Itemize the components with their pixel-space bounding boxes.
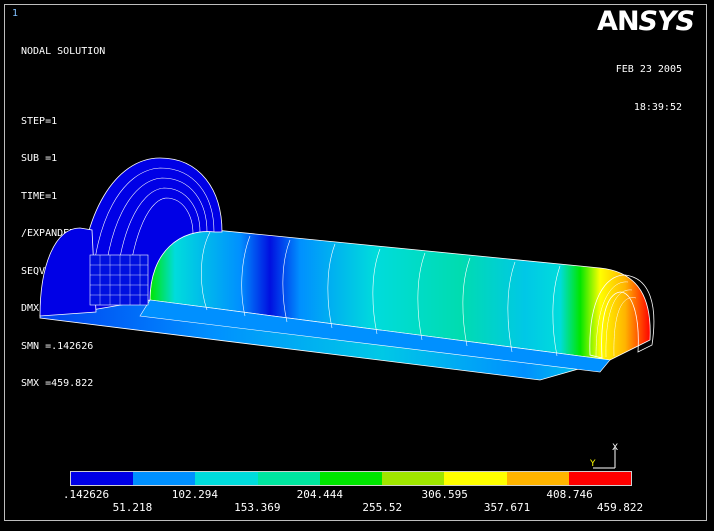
contour-label: 459.822 — [596, 501, 644, 514]
colorbar-segment-2 — [133, 472, 196, 485]
contour-label: 306.595 — [421, 488, 468, 501]
colorbar-segment-7 — [444, 472, 507, 485]
contour-label: .142626 — [62, 488, 110, 501]
colorbar-segment-3 — [195, 472, 258, 485]
colorbar-segment-9 — [568, 472, 631, 485]
front-arch — [39, 227, 97, 317]
y-axis-label: Y — [589, 459, 596, 469]
contour-label: 102.294 — [171, 488, 219, 501]
colorbar-segment-8 — [506, 472, 569, 485]
x-axis-label: X — [612, 443, 618, 453]
contour-label: 408.746 — [546, 488, 593, 501]
colorbar-segment-6 — [382, 472, 445, 485]
mesh-block — [89, 254, 149, 306]
contour-label: 51.218 — [112, 501, 153, 514]
contour-label: 357.671 — [483, 501, 531, 514]
colorbar-segment-5 — [319, 472, 383, 485]
contour-label: 153.369 — [234, 501, 281, 514]
contour-label: 204.444 — [296, 488, 343, 501]
contour-colorbar — [70, 471, 632, 486]
colorbar-segment-4 — [257, 472, 320, 485]
triad-axes: X Y — [589, 443, 618, 469]
graphics-window[interactable]: 1 NODAL SOLUTION STEP=1 SUB =1 TIME=1 /E… — [0, 0, 714, 531]
colorbar-segment-1 — [71, 472, 134, 485]
contour-label: 255.52 — [362, 501, 403, 514]
